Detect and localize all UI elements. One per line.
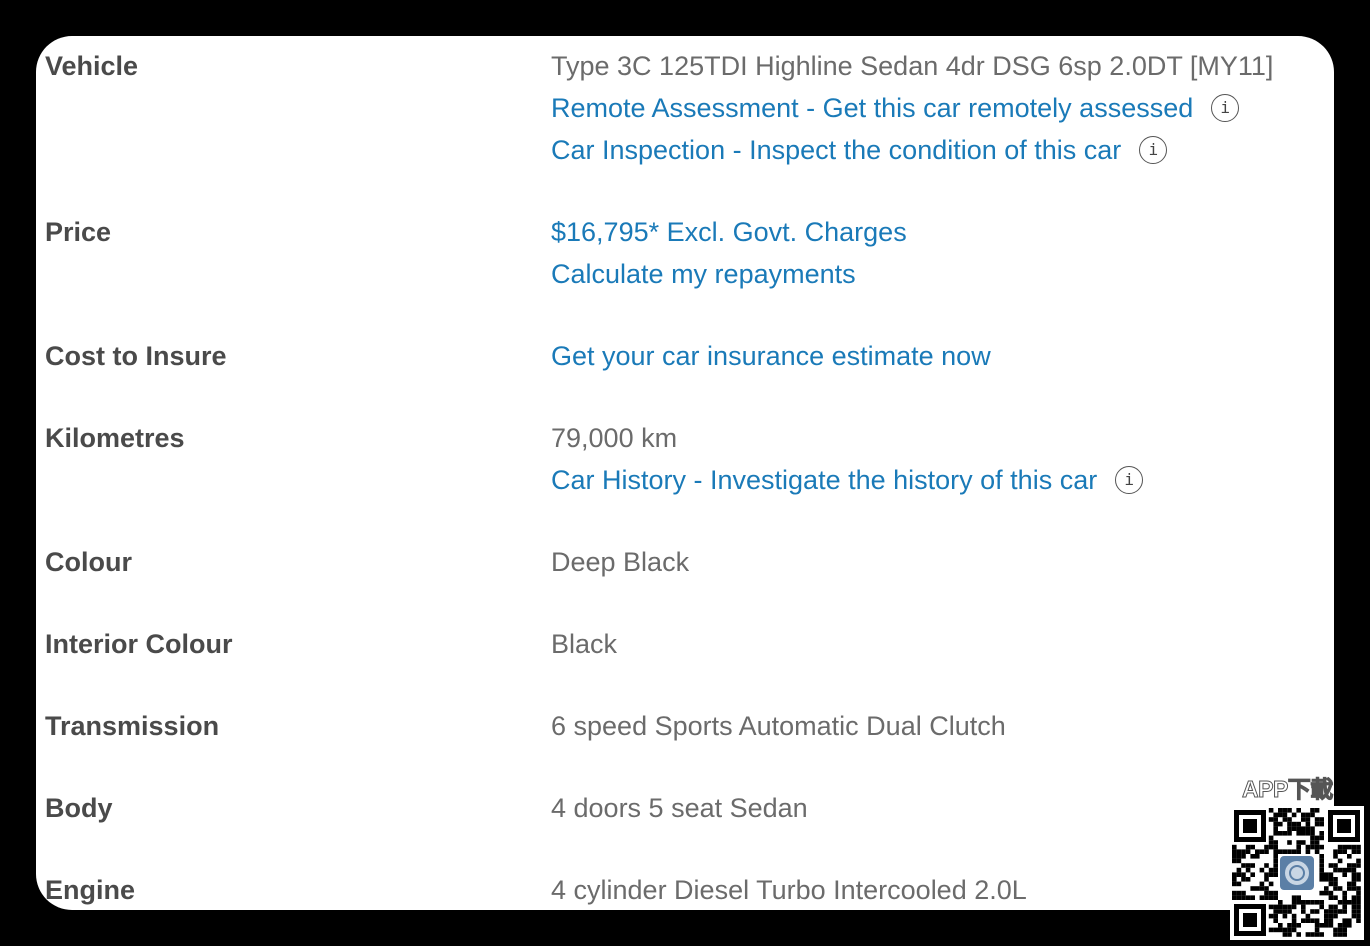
app-download-overlay[interactable]: APP下載 [1228, 770, 1368, 942]
spec-label-vehicle: Vehicle [45, 51, 139, 81]
spec-value-transmission: 6 speed Sports Automatic Dual Clutch [551, 711, 1006, 741]
spec-label-insure: Cost to Insure [45, 341, 227, 371]
spec-value-kilometres-group: 79,000 km Car History - Investigate the … [551, 417, 1144, 501]
spec-label-engine: Engine [45, 875, 136, 905]
spec-value-engine: 4 cylinder Diesel Turbo Intercooled 2.0L [551, 875, 1027, 905]
info-icon[interactable]: i [1139, 136, 1168, 164]
vehicle-details-card: Vehicle Type 3C 125TDI Highline Sedan 4d… [36, 36, 1334, 910]
remote-assessment-link[interactable]: Remote Assessment - Get this car remotel… [551, 87, 1193, 129]
spec-value-vehicle-group: Type 3C 125TDI Highline Sedan 4dr DSG 6s… [551, 45, 1273, 171]
info-icon[interactable]: i [1211, 94, 1240, 122]
app-download-label[interactable]: APP下載 [1242, 770, 1334, 804]
spec-label-transmission: Transmission [45, 711, 220, 741]
calculate-repayments-link[interactable]: Calculate my repayments [551, 253, 856, 295]
spec-value-body: 4 doors 5 seat Sedan [551, 793, 808, 823]
spec-value-price-group: $16,795* Excl. Govt. Charges Calculate m… [551, 211, 907, 295]
car-history-link[interactable]: Car History - Investigate the history of… [551, 459, 1097, 501]
info-icon[interactable]: i [1115, 466, 1144, 494]
spec-value-insure-group: Get your car insurance estimate now [551, 335, 991, 377]
car-inspection-link[interactable]: Car Inspection - Inspect the condition o… [551, 129, 1121, 171]
insurance-estimate-link[interactable]: Get your car insurance estimate now [551, 335, 991, 377]
spec-label-colour: Colour [45, 547, 132, 577]
spec-label-kilometres: Kilometres [45, 423, 185, 453]
spec-label-price: Price [45, 217, 112, 247]
spec-value-colour: Deep Black [551, 547, 690, 577]
spec-value-vehicle: Type 3C 125TDI Highline Sedan 4dr DSG 6s… [551, 51, 1274, 81]
price-link[interactable]: $16,795* Excl. Govt. Charges [551, 211, 907, 253]
qr-code-icon[interactable] [1230, 806, 1364, 940]
spec-label-body: Body [45, 793, 113, 823]
spec-value-kilometres: 79,000 km [551, 423, 678, 453]
spec-label-interior-colour: Interior Colour [45, 629, 233, 659]
spec-value-interior-colour: Black [551, 629, 618, 659]
